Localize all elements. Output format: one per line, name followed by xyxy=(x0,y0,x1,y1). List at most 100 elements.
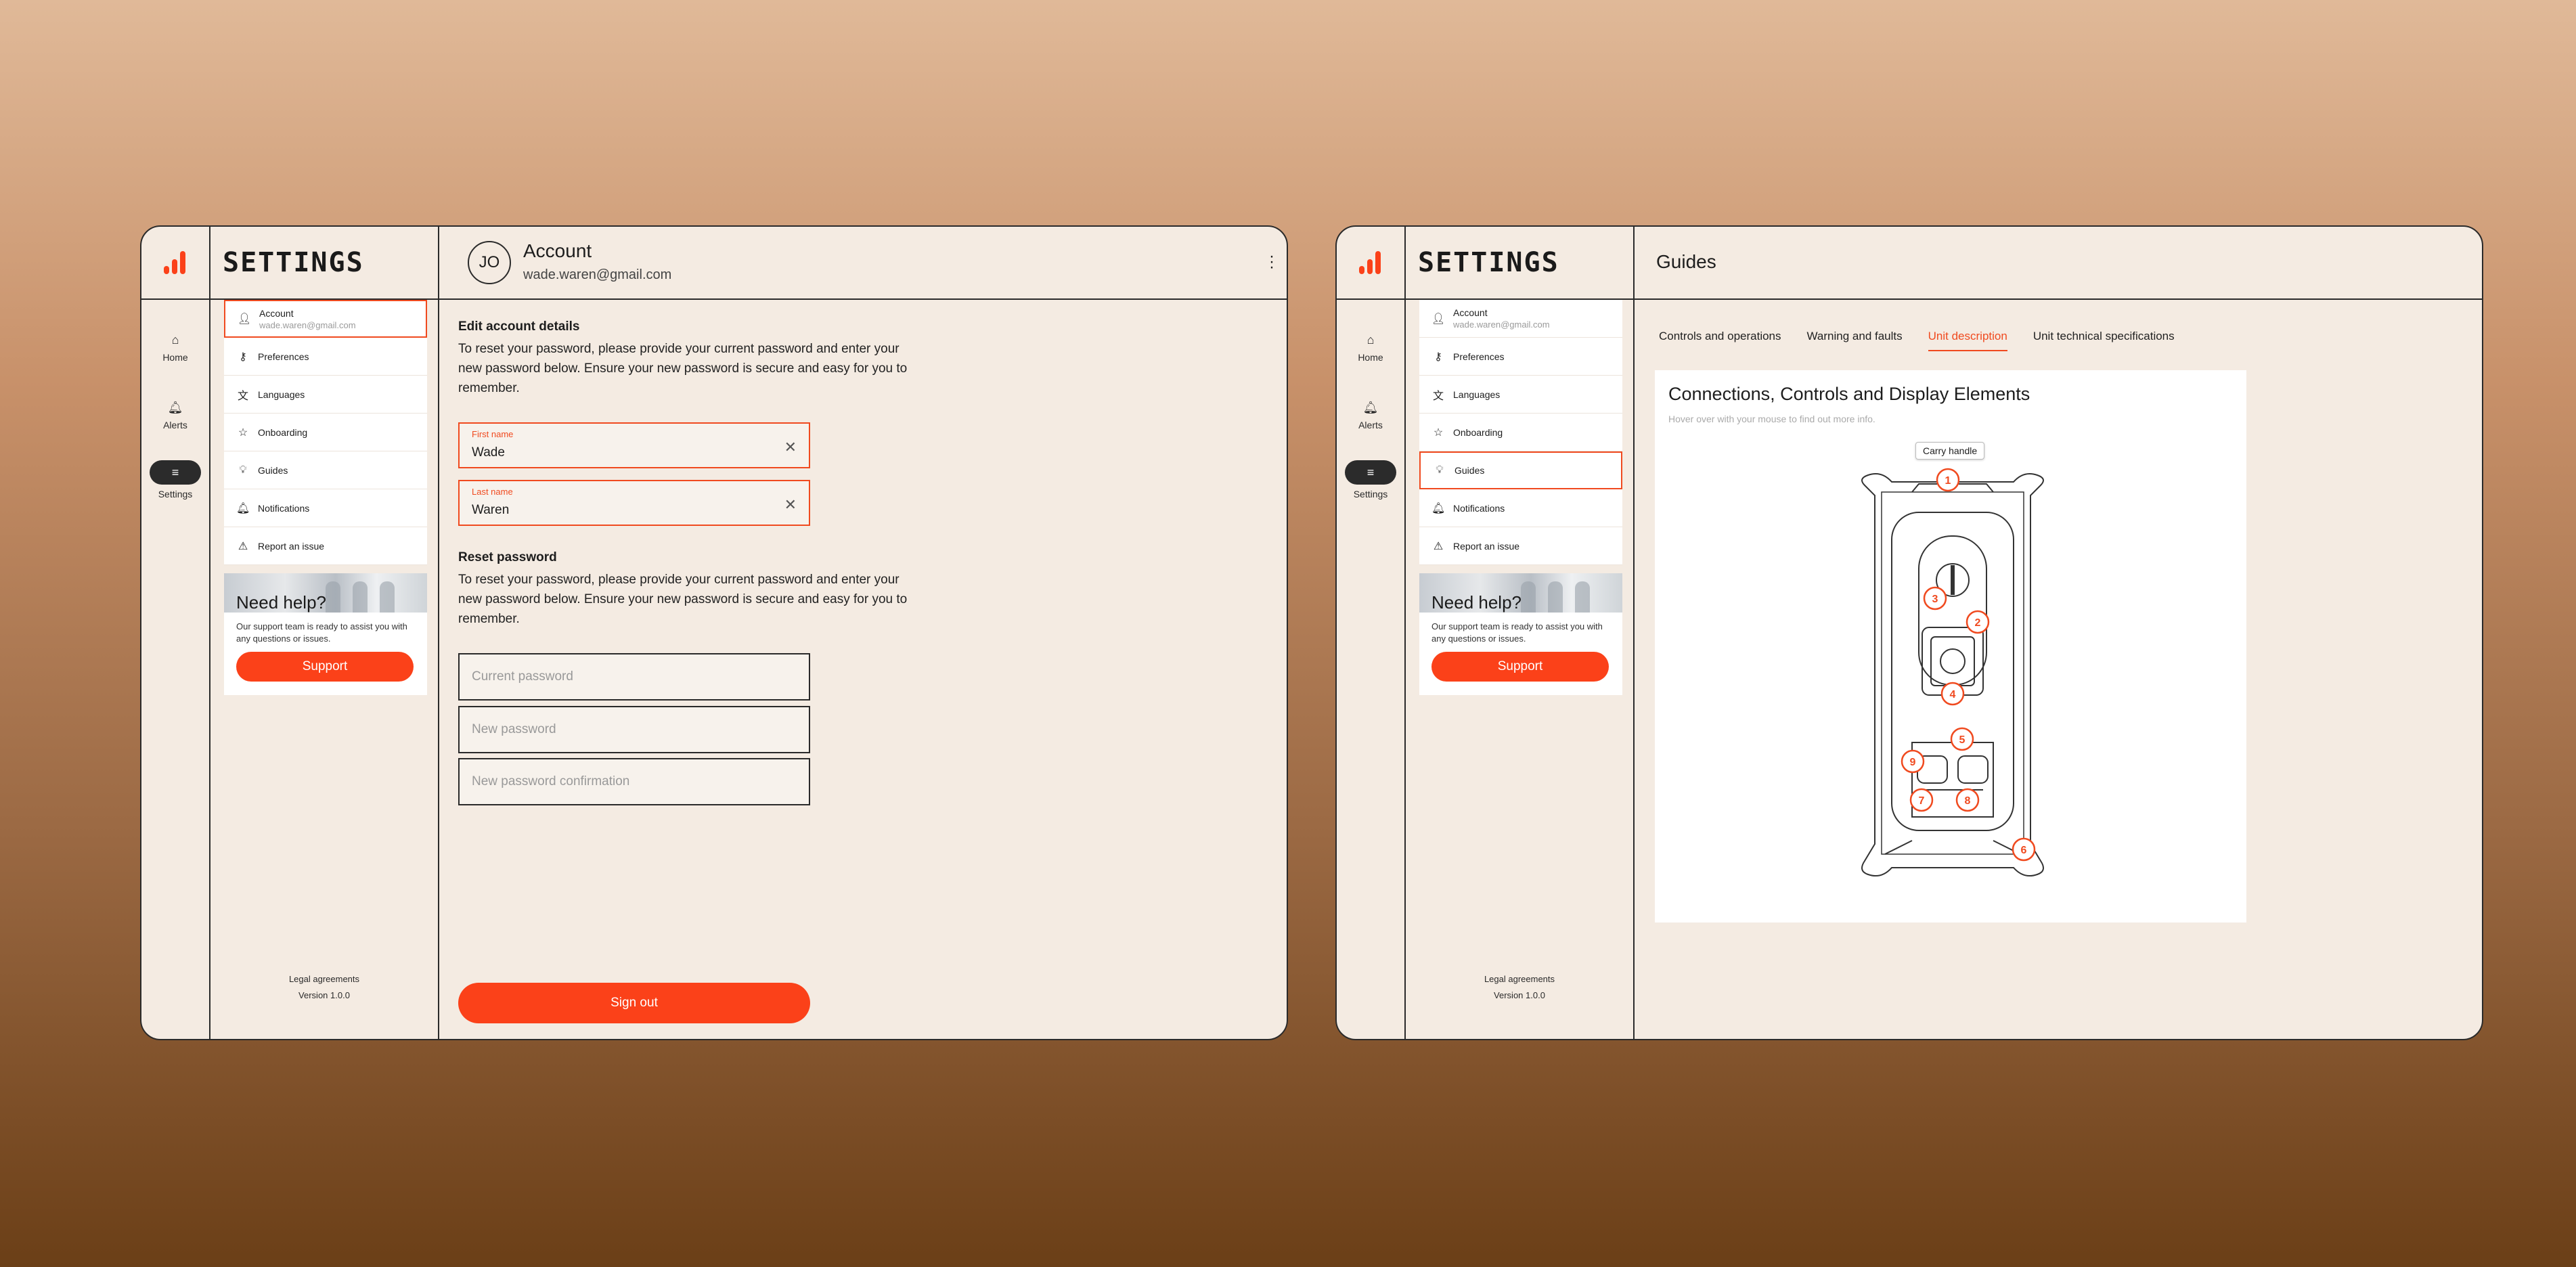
sidebar-item-account[interactable]: 👤︎ Account wade.waren@gmail.com xyxy=(224,300,427,338)
last-name-field[interactable]: Last name Waren ✕ xyxy=(458,480,810,526)
sidebar-footer: Legal agreements Version 1.0.0 xyxy=(1406,971,1633,1004)
bell-icon: 🔔︎ xyxy=(236,502,250,514)
help-title: Need help? xyxy=(236,592,326,613)
rail-item-home[interactable]: ⌂ Home xyxy=(141,332,209,363)
rail-item-settings[interactable]: ≡ Settings xyxy=(141,460,209,499)
sidebar-title: SETTINGS xyxy=(1418,247,1559,278)
sidebar-item-label: Report an issue xyxy=(258,540,325,552)
rail-label: Settings xyxy=(158,489,193,499)
edit-account-title: Edit account details xyxy=(458,319,580,334)
sidebar-item-label: Report an issue xyxy=(1453,540,1520,552)
sidebar-item-sub: wade.waren@gmail.com xyxy=(259,319,356,330)
last-name-label: Last name xyxy=(472,487,513,497)
lightbulb-icon: 💡︎ xyxy=(239,464,247,476)
star-icon: ☆ xyxy=(238,426,248,439)
sidebar-item-label: Preferences xyxy=(258,351,309,362)
sidebar-item-label: Account xyxy=(259,307,294,319)
sidebar-item-onboarding[interactable]: ☆ Onboarding xyxy=(1419,414,1622,451)
sliders-icon: ≡ xyxy=(1345,460,1396,485)
sidebar-title: SETTINGS xyxy=(223,247,364,278)
support-button[interactable]: Support xyxy=(236,652,414,682)
rail-item-home[interactable]: ⌂ Home xyxy=(1337,332,1404,363)
sidebar-item-notifications[interactable]: 🔔︎ Notifications xyxy=(1419,489,1622,527)
app-logo[interactable] xyxy=(141,227,209,300)
rail-item-settings[interactable]: ≡ Settings xyxy=(1337,460,1404,499)
rail-label: Home xyxy=(1358,352,1383,363)
user-icon: 👤︎ xyxy=(238,313,252,325)
sign-out-button[interactable]: Sign out xyxy=(458,983,810,1023)
sidebar-item-label: Languages xyxy=(258,388,305,400)
account-email: wade.waren@gmail.com xyxy=(523,267,672,282)
sidebar-item-label: Notifications xyxy=(258,502,310,514)
sidebar-item-languages[interactable]: 文 Languages xyxy=(1419,376,1622,414)
translate-icon: 文 xyxy=(237,390,248,402)
current-password-input[interactable] xyxy=(460,654,809,699)
sidebar-item-report[interactable]: ⚠︎ Report an issue xyxy=(1419,527,1622,565)
rail-label: Alerts xyxy=(1358,420,1383,430)
bell-icon: 🔔︎ xyxy=(1431,502,1446,514)
logo-icon xyxy=(1359,251,1381,274)
warning-icon: ⚠︎ xyxy=(1433,540,1444,552)
rail-item-alerts[interactable]: 🔔︎ Alerts xyxy=(141,399,209,430)
help-card: Need help? Our support team is ready to … xyxy=(224,573,427,695)
edit-account-text: To reset your password, please provide y… xyxy=(458,342,908,395)
rail-item-alerts[interactable]: 🔔︎ Alerts xyxy=(1337,399,1404,430)
tab-warning-faults[interactable]: Warning and faults xyxy=(1807,330,1903,351)
sidebar-item-preferences[interactable]: ⚷ Preferences xyxy=(224,338,427,376)
account-panel: JO Account wade.waren@gmail.com · · · Edit… xyxy=(439,227,1287,1039)
sidebar-item-report[interactable]: ⚠︎ Report an issue xyxy=(224,527,427,565)
help-card: Need help? Our support team is ready to … xyxy=(1419,573,1622,695)
sidebar-item-onboarding[interactable]: ☆ Onboarding xyxy=(224,414,427,451)
clear-icon[interactable]: ✕ xyxy=(784,496,797,514)
tab-controls-operations[interactable]: Controls and operations xyxy=(1659,330,1781,351)
avatar[interactable]: JO xyxy=(468,241,511,284)
sidebar-item-languages[interactable]: 文 Languages xyxy=(224,376,427,414)
reset-password-title: Reset password xyxy=(458,550,557,564)
page-title: Account xyxy=(523,240,592,261)
bell-icon: 🔔︎ xyxy=(167,401,183,414)
settings-menu: 👤︎ Account wade.waren@gmail.com ⚷ Preferen… xyxy=(1419,300,1622,565)
sidebar-item-label: Guides xyxy=(258,464,288,476)
sidebar-item-guides[interactable]: 💡︎ Guides xyxy=(224,451,427,489)
unit-description-card: Connections, Controls and Display Elemen… xyxy=(1655,370,2246,923)
more-options-icon[interactable]: · · · xyxy=(1269,248,1274,275)
settings-sidebar: SETTINGS 👤︎ Account wade.waren@gmail.com … xyxy=(1406,227,1635,1039)
clear-icon[interactable]: ✕ xyxy=(784,439,797,456)
tab-unit-description[interactable]: Unit description xyxy=(1928,330,2007,351)
app-logo[interactable] xyxy=(1337,227,1404,300)
card-title: Connections, Controls and Display Elemen… xyxy=(1668,384,2030,404)
current-password-field[interactable] xyxy=(458,653,810,701)
bell-icon: 🔔︎ xyxy=(1362,401,1379,414)
sidebar-item-label: Notifications xyxy=(1453,502,1505,514)
lightbulb-icon: 💡︎ xyxy=(1436,464,1444,476)
new-password-input[interactable] xyxy=(460,707,809,752)
settings-window-account: ⌂ Home 🔔︎ Alerts ≡ Settings SETTINGS 👤︎ … xyxy=(140,225,1288,1040)
user-icon: 👤︎ xyxy=(1431,313,1446,325)
first-name-value[interactable]: Wade xyxy=(472,445,505,460)
help-text: Our support team is ready to assist you … xyxy=(236,621,407,644)
home-icon: ⌂ xyxy=(171,333,179,347)
legal-agreements-link[interactable]: Legal agreements xyxy=(210,971,438,987)
rail-label: Settings xyxy=(1353,489,1388,499)
star-icon: ☆ xyxy=(1433,426,1444,439)
guides-header: Guides xyxy=(1635,227,2482,300)
support-button[interactable]: Support xyxy=(1431,652,1609,682)
new-password-field[interactable] xyxy=(458,706,810,753)
sidebar-item-label: Guides xyxy=(1454,465,1485,476)
carry-handle-tooltip: Carry handle xyxy=(1915,442,1985,460)
sidebar-item-guides[interactable]: 💡︎ Guides xyxy=(1419,451,1622,489)
confirm-password-input[interactable] xyxy=(460,759,809,804)
sidebar-item-label: Preferences xyxy=(1453,351,1505,362)
legal-agreements-link[interactable]: Legal agreements xyxy=(1406,971,1633,987)
key-icon: ⚷ xyxy=(239,351,247,363)
sidebar-item-preferences[interactable]: ⚷ Preferences xyxy=(1419,338,1622,376)
sidebar-item-account[interactable]: 👤︎ Account wade.waren@gmail.com xyxy=(1419,300,1622,338)
tab-unit-specifications[interactable]: Unit technical specifications xyxy=(2033,330,2175,351)
sidebar-item-notifications[interactable]: 🔔︎ Notifications xyxy=(224,489,427,527)
home-icon: ⌂ xyxy=(1367,333,1375,347)
sidebar-item-label: Onboarding xyxy=(258,426,308,438)
last-name-value[interactable]: Waren xyxy=(472,503,509,518)
confirm-password-field[interactable] xyxy=(458,758,810,805)
sidebar-item-label: Account xyxy=(1453,307,1488,318)
first-name-field[interactable]: First name Wade ✕ xyxy=(458,422,810,468)
